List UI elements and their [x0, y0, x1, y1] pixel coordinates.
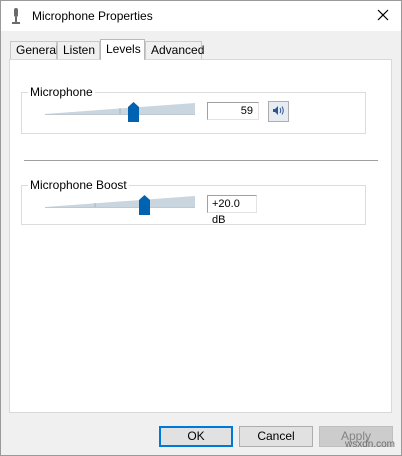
- tab-advanced[interactable]: Advanced: [145, 41, 204, 59]
- microphone-boost-slider[interactable]: [45, 195, 195, 209]
- separator-line: [24, 160, 378, 161]
- microphone-boost-slider-thumb[interactable]: [139, 195, 150, 215]
- microphone-mute-button[interactable]: [268, 101, 289, 122]
- microphone-slider[interactable]: [45, 102, 195, 116]
- microphone-icon: [9, 7, 23, 25]
- microphone-boost-label: Microphone Boost: [28, 178, 129, 192]
- cancel-button[interactable]: Cancel: [239, 426, 313, 447]
- close-button[interactable]: [365, 1, 401, 31]
- microphone-label: Microphone: [28, 85, 95, 99]
- tab-listen[interactable]: Listen: [57, 41, 100, 59]
- tab-general[interactable]: General: [10, 41, 59, 59]
- microphone-group: Microphone 59: [21, 85, 366, 134]
- window-title: Microphone Properties: [32, 9, 153, 23]
- watermark-text: wsxdn.com: [344, 439, 395, 450]
- microphone-boost-value[interactable]: +20.0 dB: [207, 195, 257, 226]
- properties-window: Microphone Properties General Listen Lev…: [0, 0, 402, 456]
- tab-levels[interactable]: Levels: [100, 39, 145, 60]
- ok-button[interactable]: OK: [159, 426, 233, 447]
- speaker-icon: [272, 105, 285, 119]
- levels-panel: Microphone 59 Microphone Boost +20.0 dB: [9, 59, 392, 413]
- microphone-boost-group: Microphone Boost +20.0 dB: [21, 178, 366, 226]
- microphone-level-value[interactable]: 59: [207, 102, 259, 120]
- close-icon: [377, 9, 389, 24]
- microphone-slider-thumb[interactable]: [128, 102, 139, 122]
- title-bar: Microphone Properties: [1, 1, 401, 31]
